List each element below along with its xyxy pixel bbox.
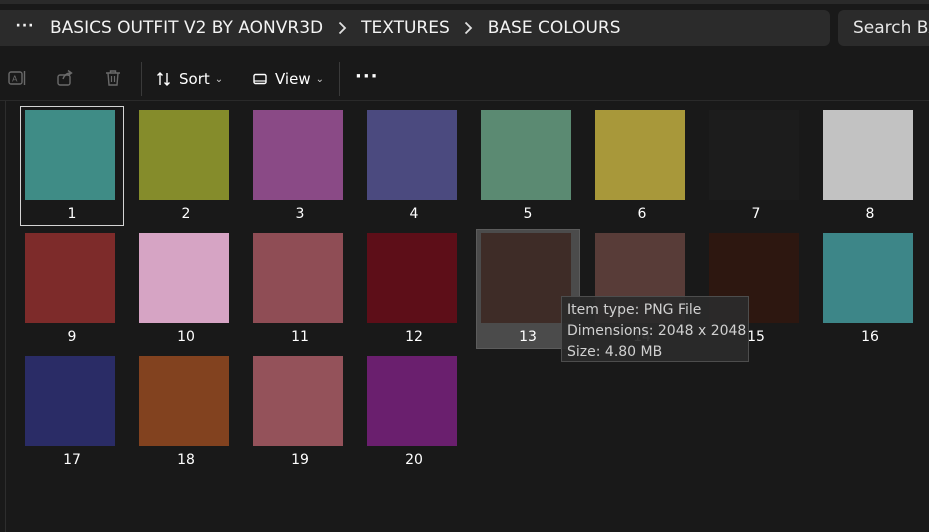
view-button[interactable]: View ⌄ xyxy=(252,58,324,100)
breadcrumb-item-basics-outfit[interactable]: BASICS OUTFIT V2 BY AONVR3D xyxy=(50,18,323,38)
file-name-label: 4 xyxy=(409,206,419,222)
delete-icon[interactable] xyxy=(103,68,123,88)
file-item[interactable]: 7 xyxy=(704,106,808,226)
file-thumbnail xyxy=(595,110,685,200)
more-options-button[interactable]: ··· xyxy=(355,66,379,87)
sort-icon xyxy=(157,72,170,86)
file-item[interactable]: 19 xyxy=(248,352,352,472)
file-thumbnail xyxy=(139,110,229,200)
view-icon xyxy=(253,73,267,85)
file-thumbnail xyxy=(25,356,115,446)
file-thumbnail xyxy=(367,110,457,200)
file-thumbnail xyxy=(709,110,799,200)
sort-button[interactable]: Sort ⌄ xyxy=(156,58,223,100)
tooltip-size: Size: 4.80 MB xyxy=(567,344,663,360)
tooltip-dimensions: Dimensions: 2048 x 2048 xyxy=(567,323,747,339)
file-thumbnail xyxy=(25,110,115,200)
file-item[interactable]: 1 xyxy=(20,106,124,226)
file-item[interactable]: 6 xyxy=(590,106,694,226)
file-thumbnail xyxy=(367,356,457,446)
file-thumbnail xyxy=(823,233,913,323)
file-thumbnail xyxy=(481,233,571,323)
file-name-label: 8 xyxy=(865,206,875,222)
file-name-label: 1 xyxy=(67,206,77,222)
rename-icon[interactable]: A xyxy=(7,68,27,88)
file-item[interactable]: 3 xyxy=(248,106,352,226)
file-item[interactable]: 18 xyxy=(134,352,238,472)
file-thumbnail xyxy=(25,233,115,323)
file-name-label: 10 xyxy=(177,329,195,345)
toolbar-divider xyxy=(0,100,929,101)
navigation-pane-edge xyxy=(5,101,6,532)
search-input[interactable]: Search BA xyxy=(838,10,929,46)
view-label: View xyxy=(275,70,311,88)
file-item[interactable]: 17 xyxy=(20,352,124,472)
command-bar: A Sort ⌄ View ⌄ ··· xyxy=(0,58,929,100)
file-name-label: 7 xyxy=(751,206,761,222)
file-thumbnail xyxy=(139,356,229,446)
chevron-right-icon[interactable] xyxy=(450,21,488,35)
file-thumbnail xyxy=(253,233,343,323)
file-name-label: 2 xyxy=(181,206,191,222)
file-name-label: 12 xyxy=(405,329,423,345)
file-thumbnail xyxy=(253,110,343,200)
breadcrumb-overflow-button[interactable]: ··· xyxy=(0,18,50,38)
file-name-label: 6 xyxy=(637,206,647,222)
file-name-label: 20 xyxy=(405,452,423,468)
toolbar-separator xyxy=(339,62,340,96)
toolbar-separator xyxy=(141,62,142,96)
file-name-label: 9 xyxy=(67,329,77,345)
share-icon[interactable] xyxy=(55,68,75,88)
file-item[interactable]: 5 xyxy=(476,106,580,226)
file-name-label: 11 xyxy=(291,329,309,345)
file-item[interactable]: 2 xyxy=(134,106,238,226)
file-name-label: 18 xyxy=(177,452,195,468)
file-name-label: 19 xyxy=(291,452,309,468)
file-item[interactable]: 10 xyxy=(134,229,238,349)
breadcrumb-item-base-colours[interactable]: BASE COLOURS xyxy=(488,18,621,38)
file-thumbnail xyxy=(481,110,571,200)
file-item[interactable]: 20 xyxy=(362,352,466,472)
file-item[interactable]: 4 xyxy=(362,106,466,226)
sort-label: Sort xyxy=(179,70,210,88)
tooltip-item-type: Item type: PNG File xyxy=(567,302,702,318)
file-thumbnail xyxy=(139,233,229,323)
file-info-tooltip: Item type: PNG File Dimensions: 2048 x 2… xyxy=(561,296,749,362)
file-name-label: 16 xyxy=(861,329,879,345)
file-thumbnail xyxy=(253,356,343,446)
chevron-down-icon: ⌄ xyxy=(214,73,224,85)
chevron-down-icon: ⌄ xyxy=(315,73,324,85)
chevron-right-icon[interactable] xyxy=(323,21,361,35)
address-bar[interactable]: ··· BASICS OUTFIT V2 BY AONVR3D TEXTURES… xyxy=(0,10,830,46)
file-item[interactable]: 16 xyxy=(818,229,922,349)
file-thumbnail xyxy=(367,233,457,323)
file-name-label: 3 xyxy=(295,206,305,222)
svg-text:A: A xyxy=(12,75,18,84)
breadcrumb-item-textures[interactable]: TEXTURES xyxy=(361,18,450,38)
file-item[interactable]: 8 xyxy=(818,106,922,226)
file-name-label: 17 xyxy=(63,452,81,468)
file-thumbnail xyxy=(823,110,913,200)
search-placeholder: Search BA xyxy=(853,18,929,38)
top-strip xyxy=(0,0,929,4)
file-name-label: 5 xyxy=(523,206,533,222)
file-item[interactable]: 9 xyxy=(20,229,124,349)
file-item[interactable]: 12 xyxy=(362,229,466,349)
file-item[interactable]: 11 xyxy=(248,229,352,349)
